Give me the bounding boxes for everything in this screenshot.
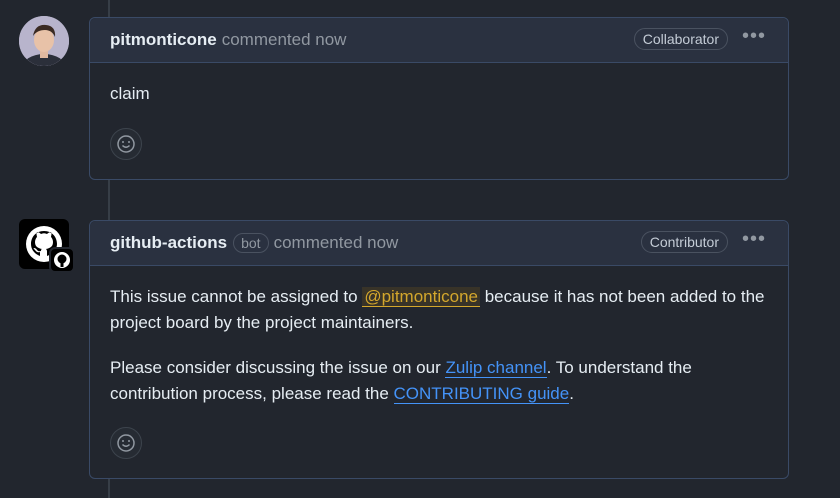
comment-body: This issue cannot be assigned to @pitmon… (90, 266, 788, 407)
github-app-badge-icon (49, 247, 75, 273)
collaborator-badge: Collaborator (633, 28, 728, 50)
comment-header: github-actions bot commented now Contrib… (90, 221, 788, 266)
add-reaction-button[interactable] (110, 427, 142, 459)
user-mention-link[interactable]: @pitmonticone (362, 287, 480, 307)
text-fragment: . (569, 384, 574, 403)
more-options-icon[interactable]: ••• (742, 229, 766, 249)
bot-label: bot (233, 233, 269, 253)
contributing-guide-link[interactable]: CONTRIBUTING guide (393, 384, 570, 404)
smiley-icon (117, 135, 135, 153)
comment-timestamp[interactable]: commented now (222, 30, 347, 50)
user-avatar[interactable] (19, 16, 69, 66)
comment-timestamp[interactable]: commented now (274, 233, 399, 253)
text-fragment: Please consider discussing the issue on … (110, 358, 446, 377)
add-reaction-button[interactable] (110, 128, 142, 160)
comment-body: claim (90, 63, 788, 107)
comment-card-github-actions: github-actions bot commented now Contrib… (89, 220, 789, 479)
smiley-icon (117, 434, 135, 452)
comment-card-pitmonticone: pitmonticone commented now Collaborator … (89, 17, 789, 180)
zulip-channel-link[interactable]: Zulip channel (445, 358, 547, 378)
comment-author[interactable]: github-actions (110, 233, 227, 253)
comment-paragraph-1: This issue cannot be assigned to @pitmon… (110, 284, 768, 336)
comment-text: claim (110, 84, 150, 103)
text-fragment: This issue cannot be assigned to (110, 287, 363, 306)
comment-author[interactable]: pitmonticone (110, 30, 217, 50)
comment-paragraph-2: Please consider discussing the issue on … (110, 355, 768, 407)
comment-header: pitmonticone commented now Collaborator … (90, 18, 788, 63)
more-options-icon[interactable]: ••• (742, 26, 766, 46)
contributor-badge: Contributor (640, 231, 728, 253)
